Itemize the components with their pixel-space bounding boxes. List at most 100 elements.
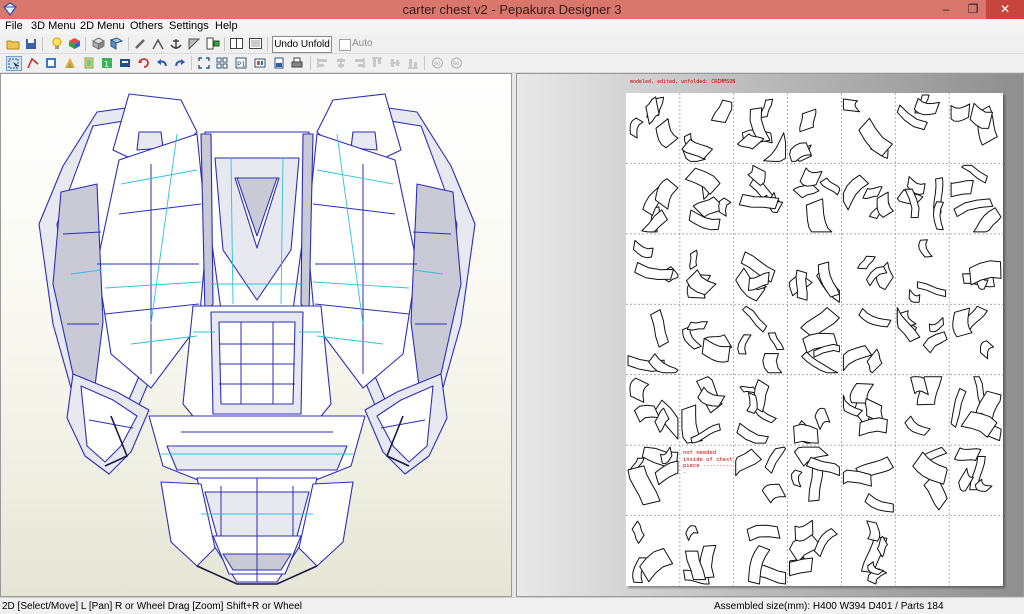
unfolded-part	[631, 520, 645, 544]
unfolded-part	[718, 197, 732, 217]
page-layout-icon[interactable]	[253, 56, 267, 69]
menu-settings[interactable]: Settings	[169, 20, 209, 32]
3d-model-view[interactable]: .f { fill:#ffffff; stroke:#2b2fb8; strok…	[0, 73, 512, 597]
toolbar-separator	[267, 37, 268, 51]
unfolded-part	[866, 520, 881, 542]
maximize-button[interactable]: ❐	[960, 0, 986, 19]
unfolded-part	[629, 377, 650, 403]
edge-tool-icon[interactable]	[151, 37, 165, 50]
align-bottom-icon[interactable]	[406, 56, 420, 69]
window-title: carter chest v2 - Pepakura Designer 3	[402, 2, 622, 17]
unfolded-part	[634, 262, 674, 280]
split-tool-icon[interactable]	[187, 37, 201, 50]
unfolded-part	[632, 239, 654, 259]
unfolded-part	[950, 387, 967, 428]
color-cube-icon[interactable]	[67, 37, 81, 50]
rotate-minus-90-icon[interactable]: 90	[449, 56, 463, 69]
unfold-icon[interactable]	[109, 37, 123, 50]
unfolded-part	[710, 99, 733, 123]
align-middle-icon[interactable]	[388, 56, 402, 69]
toolbar-separator	[42, 37, 43, 51]
undo-unfold-button[interactable]: Undo Unfold	[272, 36, 332, 53]
gray-cube-icon[interactable]	[91, 37, 105, 50]
unfolded-part	[795, 269, 808, 301]
page-number-icon[interactable]: P1	[234, 56, 248, 69]
unfolded-part	[928, 317, 944, 333]
unfolded-part	[799, 108, 817, 133]
unfolded-part	[876, 191, 894, 218]
select-move-icon[interactable]	[6, 56, 22, 71]
unfolded-part	[954, 447, 982, 461]
unfolded-part	[813, 528, 838, 558]
save-icon[interactable]	[24, 37, 38, 50]
rotate-90-icon[interactable]: 90	[430, 56, 444, 69]
save-pdf-icon[interactable]	[272, 56, 286, 69]
unfolded-part	[793, 423, 819, 444]
unfolded-part	[819, 177, 840, 196]
unfolded-part	[799, 167, 823, 187]
unfolded-part	[634, 404, 660, 423]
lightbulb-icon[interactable]	[50, 37, 64, 50]
open-folder-icon[interactable]	[6, 37, 20, 50]
redo-arrow-icon[interactable]	[173, 56, 187, 69]
unfolded-part	[842, 98, 861, 113]
unfolded-part	[857, 255, 876, 270]
arrange-parts-icon[interactable]	[215, 56, 229, 69]
unfolded-part	[973, 207, 1002, 233]
unfolded-part	[746, 392, 758, 414]
unfolded-part	[908, 289, 921, 303]
unfolded-part	[759, 98, 774, 119]
pencil-icon[interactable]	[133, 37, 147, 50]
join-edges-icon[interactable]	[26, 56, 40, 69]
unfolded-part	[980, 340, 995, 360]
unfolded-part	[747, 164, 766, 186]
align-right-icon[interactable]	[352, 56, 366, 69]
print-area-icon[interactable]	[118, 56, 132, 69]
menu-2d[interactable]: 2D Menu	[80, 20, 125, 32]
part-select-icon[interactable]	[206, 37, 220, 50]
unfolded-part	[858, 308, 892, 328]
undo-arrow-icon[interactable]	[155, 56, 169, 69]
unfolded-part	[864, 493, 894, 513]
window-split-icon[interactable]	[229, 37, 243, 50]
toolbar-2d: 1 P1 90 90	[0, 54, 1024, 73]
fit-view-icon[interactable]	[197, 56, 211, 69]
2d-pattern-view[interactable]: modeled, edited, unfolded: CRIMMSON not …	[516, 73, 1024, 597]
svg-text:90: 90	[433, 61, 440, 67]
edge-id-icon[interactable]: 1	[100, 56, 114, 69]
unfolded-part	[932, 201, 944, 231]
toolbar-separator	[310, 56, 311, 70]
anchor-icon[interactable]	[169, 37, 183, 50]
unfolded-part	[950, 103, 971, 122]
menu-3d[interactable]: 3D Menu	[31, 20, 76, 32]
unfolded-part	[627, 465, 661, 506]
menu-file[interactable]: File	[5, 20, 23, 32]
minimize-button[interactable]: –	[932, 0, 960, 19]
menu-others[interactable]: Others	[130, 20, 163, 32]
texture-icon[interactable]	[63, 56, 77, 69]
status-assembled-size: Assembled size(mm): H400 W394 D401 / Par…	[714, 601, 944, 612]
not-needed-note: not needed inside of chest piece -------…	[683, 450, 735, 476]
align-left-icon[interactable]	[316, 56, 330, 69]
rotate-part-icon[interactable]	[137, 56, 151, 69]
align-top-icon[interactable]	[370, 56, 384, 69]
flap-icon[interactable]	[82, 56, 96, 69]
unfolded-part	[842, 174, 870, 211]
paper-icon[interactable]	[44, 56, 58, 69]
unfolded-part	[742, 305, 768, 333]
menu-help[interactable]: Help	[215, 20, 238, 32]
menu-bar: File 3D Menu 2D Menu Others Settings Hel…	[0, 19, 1024, 34]
unfolded-part	[791, 469, 803, 488]
auto-checkbox[interactable]	[339, 39, 351, 51]
toolbar-separator	[424, 56, 425, 70]
printer-icon[interactable]	[290, 56, 304, 69]
unfolded-part	[735, 448, 762, 477]
unfolded-part	[858, 117, 893, 157]
status-bar: 2D [Select/Move] L [Pan] R or Wheel Drag…	[0, 597, 1024, 614]
toolbar-separator	[191, 56, 192, 70]
close-button[interactable]: ✕	[986, 0, 1024, 19]
window-single-icon[interactable]	[248, 37, 262, 50]
align-center-icon[interactable]	[334, 56, 348, 69]
unfolded-part	[842, 345, 873, 372]
unfolded-part	[817, 261, 840, 298]
